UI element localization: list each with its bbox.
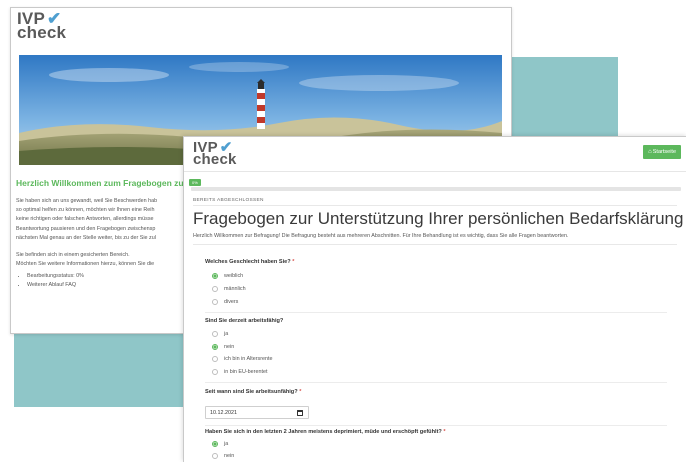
page-title: Fragebogen zur Unterstützung Ihrer persö…: [193, 209, 684, 228]
radio-option-altersrente[interactable]: ich bin in Altersrente: [212, 356, 273, 362]
radio-button[interactable]: [212, 299, 218, 305]
radio-button[interactable]: [212, 369, 218, 375]
logo-text-line2: check: [17, 22, 67, 42]
radio-option-nein[interactable]: nein: [212, 453, 234, 459]
option-label: weiblich: [224, 273, 244, 279]
ivp-check-logo: IVP ✔ check: [17, 10, 67, 42]
secure-area-text: Sie befinden sich in einem gesicherten B…: [16, 252, 130, 259]
radio-button[interactable]: [212, 273, 218, 279]
question-since-when-label: Seit wann sind Sie arbeitsunfähig? *: [205, 389, 301, 395]
question-workability-label: Sind Sie derzeit arbeitsfähig?: [205, 318, 283, 324]
divider: [193, 205, 677, 206]
home-icon: ⌂: [648, 149, 652, 155]
question-text: Sind Sie derzeit arbeitsfähig?: [205, 318, 284, 324]
question-divider: [205, 382, 667, 383]
required-mark: *: [443, 429, 446, 435]
option-label: in bin EU-berentet: [224, 369, 268, 375]
date-input[interactable]: 10.12.2021: [205, 406, 309, 419]
startseite-button[interactable]: ⌂Startseite: [643, 145, 681, 159]
logo-text-line2: check: [193, 151, 237, 169]
radio-button[interactable]: [212, 344, 218, 350]
option-label: divers: [224, 299, 239, 305]
option-label: nein: [224, 344, 235, 350]
welcome-text-line: keine richtigen oder falschen Antworten,…: [16, 216, 154, 223]
question-divider: [205, 425, 667, 426]
question-text: Haben Sie sich in den letzten 2 Jahren m…: [205, 429, 442, 435]
startseite-label: Startseite: [652, 149, 676, 155]
ivp-check-logo: IVP ✔ check: [193, 140, 237, 169]
intro-text: Herzlich Willkommen zur Befragung! Die B…: [193, 233, 569, 239]
radio-option-maennlich[interactable]: männlich: [212, 286, 246, 292]
welcome-text-line: Beantwortung pausieren und den Frageboge…: [16, 225, 156, 232]
radio-button[interactable]: [212, 286, 218, 292]
calendar-icon[interactable]: [297, 410, 303, 416]
required-mark: *: [299, 389, 302, 395]
radio-option-ja[interactable]: ja: [212, 441, 228, 447]
radio-button[interactable]: [212, 356, 218, 362]
header-divider: [184, 171, 686, 172]
radio-button[interactable]: [212, 453, 218, 459]
questionnaire-window: IVP ✔ check ⌂Startseite 0% BEREITS ABGESC…: [183, 136, 686, 462]
progress-bar: [191, 187, 681, 191]
radio-option-nein[interactable]: nein: [212, 344, 234, 350]
section-label: BEREITS ABGESCHLOSSEN: [193, 198, 264, 203]
radio-option-eu-berentet[interactable]: in bin EU-berentet: [212, 369, 267, 375]
option-label: ja: [224, 441, 229, 447]
question-gender-label: Welches Geschlecht haben Sie? *: [205, 259, 294, 265]
radio-button[interactable]: [212, 441, 218, 447]
question-divider: [205, 312, 667, 313]
radio-option-weiblich[interactable]: weiblich: [212, 273, 243, 279]
more-info-text: Möchten Sie weitere Informationen hierzu…: [16, 261, 155, 268]
welcome-text-line: nächsten Mal genau an der Stelle weiter,…: [16, 234, 156, 241]
question-text: Seit wann sind Sie arbeitsunfähig?: [205, 389, 298, 395]
radio-button[interactable]: [212, 331, 218, 337]
question-text: Welches Geschlecht haben Sie?: [205, 259, 291, 265]
required-mark: *: [292, 259, 295, 265]
faq-link[interactable]: Weiterer Ablauf FAQ: [27, 281, 188, 290]
radio-option-divers[interactable]: divers: [212, 299, 238, 305]
option-label: männlich: [224, 286, 246, 292]
welcome-text: Sie haben sich an uns gewandt, weil Sie …: [16, 197, 188, 290]
option-label: ja: [224, 331, 229, 337]
progress-badge: 0%: [189, 179, 201, 186]
welcome-text-line: Sie haben sich an uns gewandt, weil Sie …: [16, 198, 158, 204]
option-label: nein: [224, 453, 235, 459]
welcome-text-line: so optimal helfen zu können, möchten wir…: [16, 207, 155, 214]
option-label: ich bin in Altersrente: [224, 356, 273, 362]
date-value: 10.12.2021: [210, 410, 237, 416]
status-list: Bearbeitungsstatus: 0% Weiterer Ablauf F…: [16, 272, 188, 290]
radio-option-ja[interactable]: ja: [212, 331, 228, 337]
divider: [193, 244, 677, 245]
welcome-heading: Herzlich Willkommen zum Fragebogen zur: [16, 178, 187, 188]
question-depressed-label: Haben Sie sich in den letzten 2 Jahren m…: [205, 429, 446, 435]
status-item: Bearbeitungsstatus: 0%: [27, 272, 188, 281]
